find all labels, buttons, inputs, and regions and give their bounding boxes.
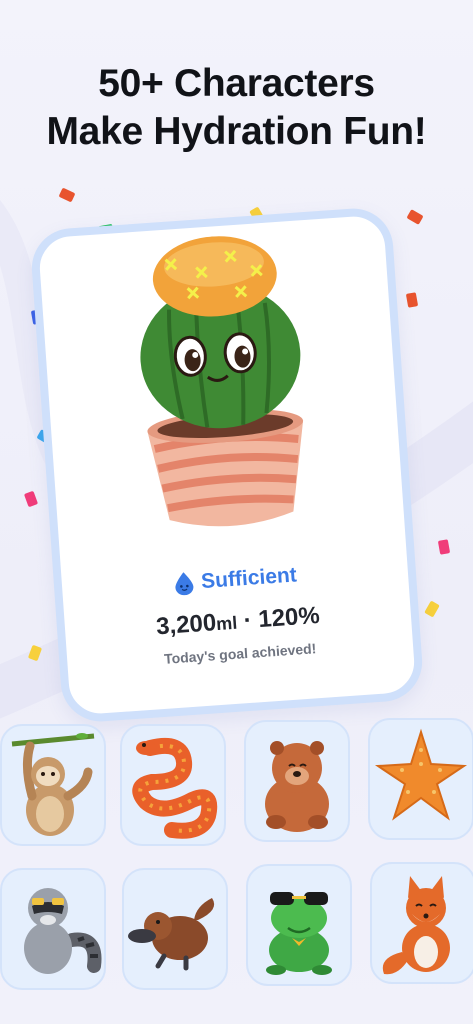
water-drop-icon <box>175 572 194 596</box>
raccoon-illustration <box>24 888 102 974</box>
separator: · <box>242 606 253 635</box>
hydration-status: Sufficient <box>62 556 409 604</box>
percent-value: 120% <box>257 601 321 634</box>
snake-illustration <box>132 737 218 839</box>
character-tile-starfish[interactable] <box>368 718 473 840</box>
headline: 50+ Characters Make Hydration Fun! <box>0 60 473 156</box>
cactus-character-illustration <box>140 236 304 527</box>
platypus-illustration <box>128 898 215 971</box>
starfish-illustration <box>374 728 468 821</box>
character-tile-fox[interactable] <box>370 862 473 984</box>
character-tile-raccoon[interactable] <box>0 868 106 990</box>
amount-unit: ml <box>215 612 238 635</box>
sloth-illustration <box>11 733 95 836</box>
frog-illustration <box>266 892 332 975</box>
hero-character-card[interactable]: Sufficient 3,200ml · 120% Today's goal a… <box>29 205 425 725</box>
character-tile-platypus[interactable] <box>122 868 228 990</box>
headline-line-1: 50+ Characters <box>98 62 375 105</box>
character-tile-bear[interactable] <box>244 720 350 842</box>
character-tile-snake[interactable] <box>120 724 226 846</box>
fox-illustration <box>382 876 450 975</box>
character-tile-frog[interactable] <box>246 864 352 986</box>
headline-line-2: Make Hydration Fun! <box>46 110 427 153</box>
status-label: Sufficient <box>200 563 298 594</box>
bear-illustration <box>265 741 329 832</box>
amount-value: 3,200 <box>155 609 218 641</box>
character-tile-sloth[interactable] <box>0 724 106 846</box>
